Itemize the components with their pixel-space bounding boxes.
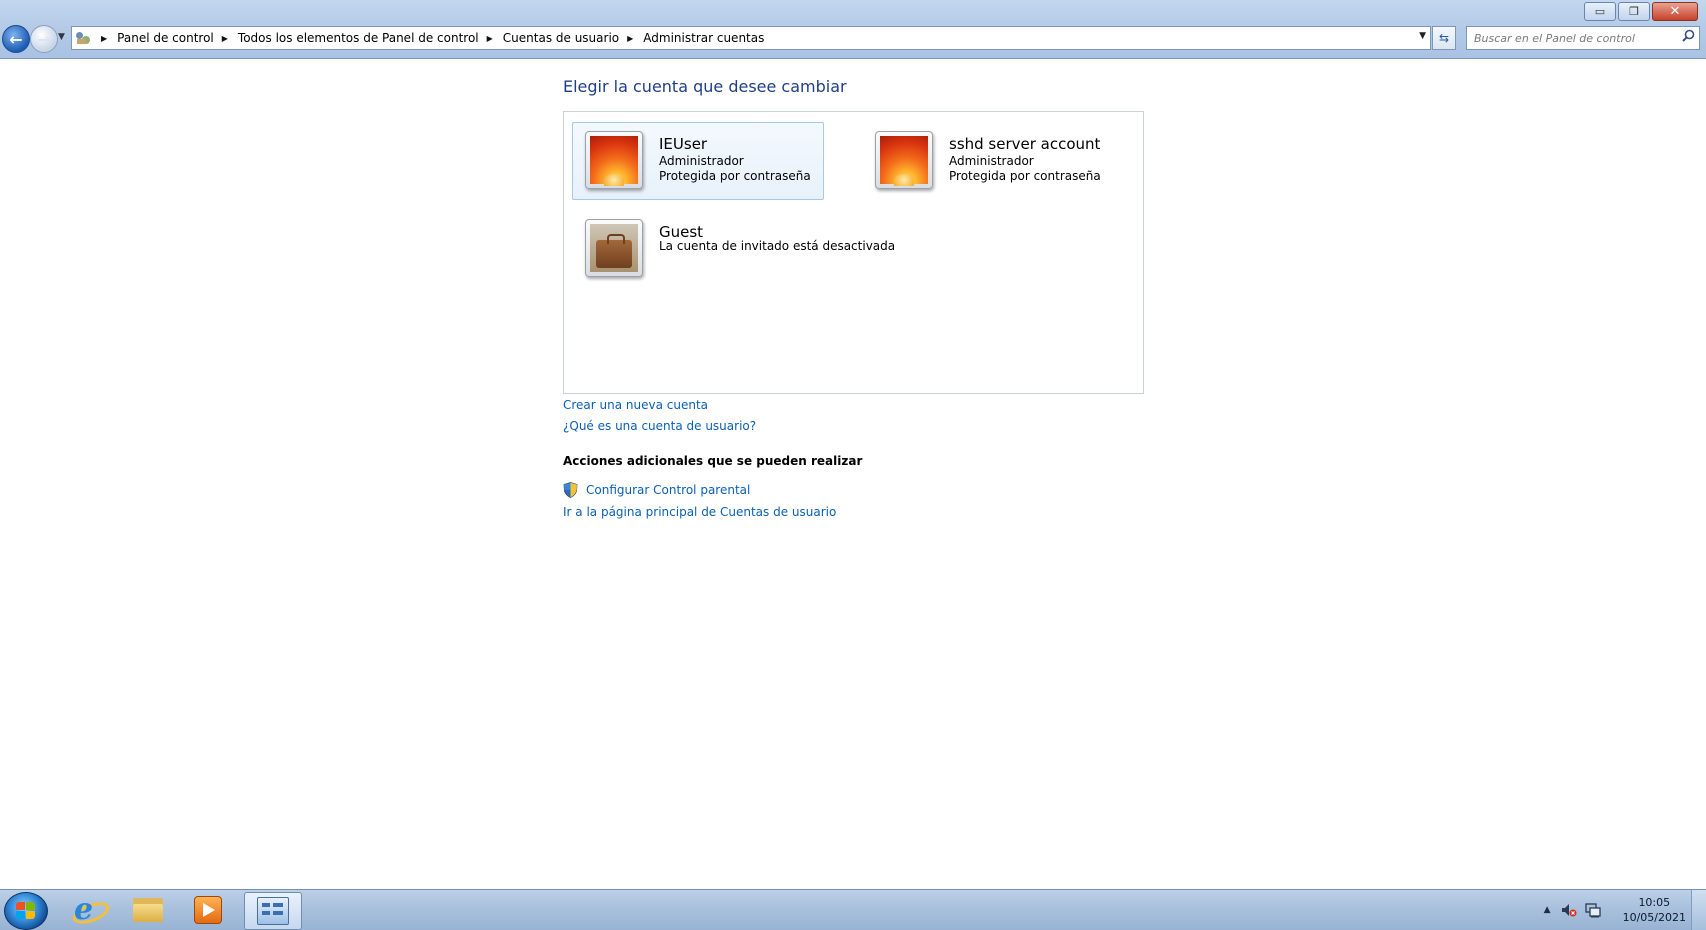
breadcrumb-panel-de-control[interactable]: Panel de control	[117, 31, 214, 45]
minimize-icon: ▭	[1594, 5, 1606, 18]
search-icon[interactable]	[1682, 29, 1695, 46]
taskbar-media-player[interactable]	[180, 892, 236, 928]
show-hidden-icons-button[interactable]: ▲	[1544, 905, 1551, 915]
recent-pages-dropdown[interactable]: ▼	[58, 32, 65, 42]
breadcrumb-separator[interactable]: ▶	[627, 34, 633, 43]
avatar	[585, 219, 643, 277]
control-panel-icon	[257, 897, 289, 925]
network-icon[interactable]	[1584, 902, 1601, 918]
avatar	[875, 131, 933, 189]
address-dropdown-icon[interactable]: ▼	[1419, 31, 1426, 41]
taskbar-control-panel[interactable]	[244, 892, 302, 930]
clock-date: 10/05/2021	[1622, 911, 1686, 924]
account-type: Administrador	[659, 154, 744, 168]
accounts-list: IEUser Administrador Protegida por contr…	[563, 111, 1144, 394]
taskbar-internet-explorer[interactable]: e	[60, 892, 116, 928]
taskbar: e ▲ 10:05 10/05/2021	[0, 889, 1706, 930]
breadcrumb-separator[interactable]: ▶	[487, 34, 493, 43]
volume-muted-icon[interactable]	[1561, 902, 1577, 918]
refresh-icon: ⇆	[1438, 31, 1450, 45]
parental-control-link[interactable]: Configurar Control parental	[586, 483, 750, 497]
forward-button[interactable]: →	[30, 25, 58, 53]
system-tray: ▲ 10:05 10/05/2021	[1544, 890, 1686, 930]
account-status: Protegida por contraseña	[659, 169, 811, 183]
account-name: sshd server account	[949, 135, 1101, 153]
breadcrumb-separator[interactable]: ▶	[222, 34, 228, 43]
close-button[interactable]: ✕	[1652, 2, 1698, 21]
breadcrumb-cuentas-de-usuario[interactable]: Cuentas de usuario	[503, 31, 619, 45]
restore-button[interactable]: ❐	[1618, 2, 1650, 21]
account-tile-guest[interactable]: Guest La cuenta de invitado está desacti…	[572, 210, 895, 288]
avatar	[585, 131, 643, 189]
back-button[interactable]: ←	[2, 25, 30, 53]
minimize-button[interactable]: ▭	[1584, 2, 1616, 21]
main-content: Elegir la cuenta que desee cambiar IEUse…	[0, 59, 1706, 889]
create-account-link[interactable]: Crear una nueva cuenta	[563, 398, 708, 412]
address-bar[interactable]: ▶ Panel de control ▶ Todos los elementos…	[71, 26, 1431, 50]
clock-time: 10:05	[1638, 896, 1671, 909]
search-input[interactable]	[1472, 27, 1676, 49]
account-status: La cuenta de invitado está desactivada	[659, 239, 896, 253]
start-button[interactable]	[4, 892, 48, 930]
windows-logo-icon	[16, 902, 36, 920]
restore-icon: ❐	[1629, 5, 1639, 18]
uac-shield-icon	[563, 482, 578, 498]
close-icon: ✕	[1669, 4, 1681, 19]
back-arrow-icon: ←	[9, 29, 23, 49]
what-is-account-link[interactable]: ¿Qué es una cuenta de usuario?	[563, 419, 756, 433]
folder-icon	[133, 898, 163, 922]
page-title: Elegir la cuenta que desee cambiar	[563, 77, 847, 96]
breadcrumb-separator[interactable]: ▶	[101, 34, 107, 43]
account-name: IEUser	[659, 135, 708, 153]
control-panel-icon	[75, 30, 93, 46]
window-titlebar: ▭ ❐ ✕ ← → ▼ ▶ Panel de control ▶ Todos l…	[0, 0, 1706, 59]
clock[interactable]: 10:05 10/05/2021	[1623, 895, 1686, 925]
account-type: Administrador	[949, 154, 1034, 168]
user-accounts-home-link[interactable]: Ir a la página principal de Cuentas de u…	[563, 505, 836, 519]
breadcrumb-administrar-cuentas[interactable]: Administrar cuentas	[643, 31, 764, 45]
forward-arrow-icon: →	[37, 29, 51, 49]
flower-avatar-icon	[590, 136, 638, 186]
internet-explorer-icon: e	[70, 892, 112, 928]
media-player-icon	[194, 896, 222, 924]
account-tile-sshd-server[interactable]: sshd server account Administrador Proteg…	[862, 122, 1114, 200]
account-status: Protegida por contraseña	[949, 169, 1101, 183]
window-controls: ▭ ❐ ✕	[1584, 2, 1698, 21]
breadcrumb-todos-los-elementos[interactable]: Todos los elementos de Panel de control	[238, 31, 479, 45]
show-desktop-button[interactable]	[1691, 890, 1706, 930]
account-tile-ieuser[interactable]: IEUser Administrador Protegida por contr…	[572, 122, 824, 200]
taskbar-windows-explorer[interactable]	[120, 892, 176, 928]
flower-avatar-icon	[880, 136, 928, 186]
briefcase-avatar-icon	[590, 224, 638, 272]
additional-actions-heading: Acciones adicionales que se pueden reali…	[563, 454, 863, 468]
refresh-button[interactable]: ⇆	[1432, 26, 1456, 50]
search-box[interactable]	[1466, 26, 1700, 50]
